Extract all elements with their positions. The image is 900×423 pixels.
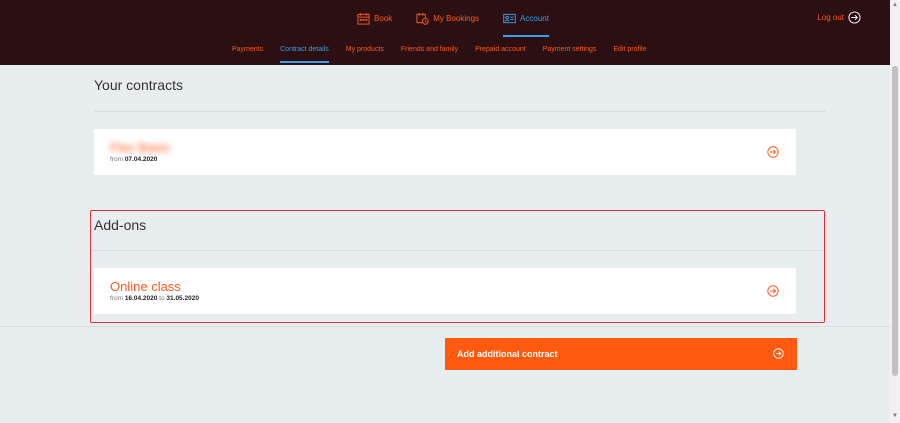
nav-my-bookings[interactable]: My Bookings — [416, 11, 479, 25]
nav-book-label: Book — [374, 13, 393, 23]
logout-link[interactable]: Log out — [817, 11, 861, 24]
contract-name: Flex Basic — [110, 140, 170, 155]
calendar-clock-icon — [416, 12, 429, 25]
nav-account[interactable]: Account — [503, 11, 549, 37]
tab-prepaid-account[interactable]: Prepaid account — [475, 46, 526, 62]
calendar-icon — [357, 12, 370, 25]
nav-my-bookings-label: My Bookings — [433, 13, 480, 23]
from-label: from — [110, 156, 123, 163]
arrow-right-circle-icon — [773, 348, 784, 359]
tab-friends-and-family[interactable]: Friends and family — [401, 46, 458, 62]
contract-dates: from 07.04.2020 — [110, 156, 157, 163]
nav-account-label: Account — [520, 13, 549, 23]
scrollbar-thumb[interactable] — [892, 66, 898, 376]
contracts-divider — [94, 111, 826, 112]
from-date: 07.04.2020 — [124, 156, 158, 163]
scroll-down-icon[interactable]: ▼ — [892, 413, 898, 419]
logout-arrow-icon — [848, 11, 861, 24]
top-navigation-bar: Book My Bookings Account Log out Payment… — [0, 0, 890, 65]
tab-my-products[interactable]: My products — [346, 46, 384, 62]
bottom-divider — [0, 326, 890, 327]
add-additional-contract-button[interactable]: Add additional contract — [445, 338, 797, 370]
contract-card[interactable]: Flex Basic from 07.04.2020 — [94, 129, 796, 175]
main-nav: Book My Bookings Account — [357, 11, 549, 37]
addons-highlight-box — [90, 210, 825, 323]
nav-book[interactable]: Book — [357, 11, 392, 25]
scroll-up-icon[interactable]: ▲ — [892, 2, 898, 8]
id-card-icon — [503, 13, 516, 23]
tab-edit-profile[interactable]: Edit profile — [613, 46, 646, 62]
tab-payment-settings[interactable]: Payment settings — [543, 46, 597, 62]
arrow-right-circle-icon[interactable] — [767, 146, 779, 158]
your-contracts-title: Your contracts — [94, 77, 183, 93]
tab-payments[interactable]: Payments — [232, 46, 263, 62]
add-additional-contract-label: Add additional contract — [457, 349, 558, 359]
logout-label: Log out — [817, 13, 844, 22]
vertical-scrollbar[interactable]: ▲ ▼ — [890, 0, 900, 423]
tab-contract-details[interactable]: Contract details — [280, 46, 329, 63]
sub-nav: Payments Contract details My products Fr… — [232, 46, 646, 63]
